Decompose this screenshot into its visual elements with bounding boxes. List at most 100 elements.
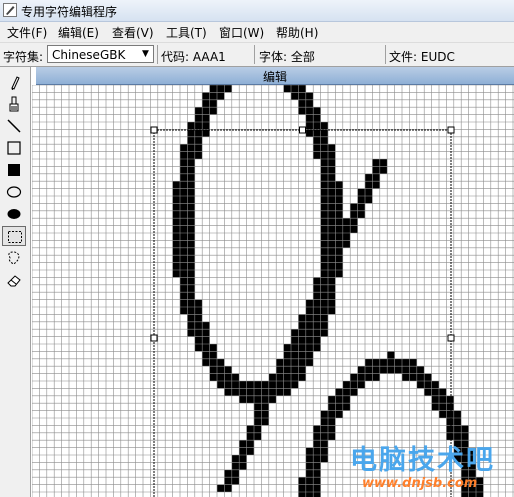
filled-cell: [254, 425, 262, 433]
filled-cell: [320, 447, 328, 455]
menu-view[interactable]: 查看(V): [112, 24, 154, 41]
filled-cell: [239, 462, 247, 470]
filled-cell: [291, 366, 299, 374]
filled-cell: [313, 277, 321, 285]
menu-edit[interactable]: 编辑(E): [58, 24, 99, 41]
filled-cell: [187, 255, 195, 263]
filled-cell: [298, 329, 306, 337]
filled-cell: [320, 203, 328, 211]
filled-cell: [231, 388, 240, 396]
filled-cell: [394, 366, 402, 374]
filled-cell: [187, 173, 195, 182]
tool-freeform-select[interactable]: [2, 248, 26, 268]
filled-cell: [187, 129, 195, 137]
filled-cell: [313, 336, 321, 344]
filled-cell: [187, 218, 195, 226]
filled-cell: [439, 403, 447, 411]
filled-cell: [268, 388, 277, 396]
filled-cell: [446, 418, 454, 426]
filled-cell: [431, 381, 439, 389]
filled-cell: [231, 462, 240, 470]
filled-cell: [180, 166, 188, 174]
filled-cell: [224, 477, 232, 485]
charset-select[interactable]: ChineseGBK ▼: [47, 45, 154, 63]
filled-cell: [276, 366, 284, 374]
filled-cell: [320, 247, 328, 256]
filled-ellipse-icon: [7, 209, 21, 219]
filled-cell: [180, 270, 188, 278]
tool-filled-ellipse[interactable]: [2, 204, 26, 224]
filled-cell: [194, 151, 203, 159]
filled-cell: [357, 196, 365, 204]
filled-cell: [187, 329, 195, 337]
tool-eraser[interactable]: [2, 270, 26, 290]
filled-cell: [305, 455, 314, 463]
filled-cell: [365, 173, 373, 182]
filled-cell: [409, 358, 417, 367]
filled-cell: [328, 188, 336, 196]
tool-hollow-ellipse[interactable]: [2, 182, 26, 202]
filled-cell: [328, 166, 336, 174]
menu-tools[interactable]: 工具(T): [166, 24, 207, 41]
filled-cell: [180, 299, 188, 307]
filled-cell: [416, 366, 425, 374]
filled-cell: [431, 395, 439, 404]
filled-cell: [172, 210, 180, 219]
filled-cell: [320, 136, 328, 145]
chevron-down-icon[interactable]: ▼: [138, 46, 153, 62]
hollow-ellipse-icon: [6, 186, 22, 198]
filled-cell: [209, 344, 217, 352]
filled-cell: [328, 395, 336, 404]
filled-cell: [283, 381, 291, 389]
filled-cell: [335, 247, 343, 256]
filled-cell: [328, 159, 336, 167]
filled-cell: [313, 284, 321, 293]
filled-cell: [224, 388, 232, 396]
filled-cell: [305, 344, 314, 352]
filled-cell: [357, 188, 365, 196]
filled-cell: [365, 358, 373, 367]
tool-pencil[interactable]: [2, 72, 26, 92]
toolbox: [0, 67, 31, 497]
tool-hollow-rectangle[interactable]: [2, 138, 26, 158]
filled-cell: [298, 85, 306, 93]
filled-cell: [305, 484, 314, 492]
tool-line[interactable]: [2, 116, 26, 136]
filled-cell: [187, 122, 195, 130]
filled-cell: [180, 233, 188, 241]
filled-cell: [328, 247, 336, 256]
tool-brush[interactable]: [2, 94, 26, 114]
pencil-icon: [11, 76, 20, 90]
menu-help[interactable]: 帮助(H): [276, 24, 318, 41]
divider: [157, 45, 158, 64]
font-label: 字体: 全部: [259, 50, 315, 64]
filled-cell: [402, 373, 410, 381]
filled-cell: [431, 403, 439, 411]
filled-cell: [246, 440, 254, 448]
menu-window[interactable]: 窗口(W): [219, 24, 264, 41]
filled-cell: [305, 314, 314, 322]
filled-cell: [335, 210, 343, 219]
filled-cell: [357, 366, 365, 374]
filled-cell: [180, 218, 188, 226]
watermark-logo: 电脑技术吧 www.dnjsb.com: [350, 438, 510, 494]
filled-cell: [298, 492, 306, 497]
menu-file[interactable]: 文件(F): [7, 24, 47, 41]
filled-cell: [180, 159, 188, 167]
filled-cell: [180, 203, 188, 211]
filled-cell: [439, 410, 447, 418]
filled-cell: [320, 144, 328, 152]
brush-icon: [9, 96, 19, 112]
filled-cell: [239, 388, 247, 396]
filled-cell: [261, 418, 269, 426]
filled-cell: [328, 425, 336, 433]
tool-rectangle-select[interactable]: [2, 226, 26, 246]
pixel-grid[interactable]: [32, 85, 514, 497]
glyph-edit-grid[interactable]: [32, 85, 514, 497]
filled-cell: [328, 270, 336, 278]
tool-filled-rectangle[interactable]: [2, 160, 26, 180]
rectangle-select-icon: [8, 231, 22, 243]
filled-cell: [439, 388, 447, 396]
filled-cell: [187, 233, 195, 241]
filled-cell: [328, 196, 336, 204]
